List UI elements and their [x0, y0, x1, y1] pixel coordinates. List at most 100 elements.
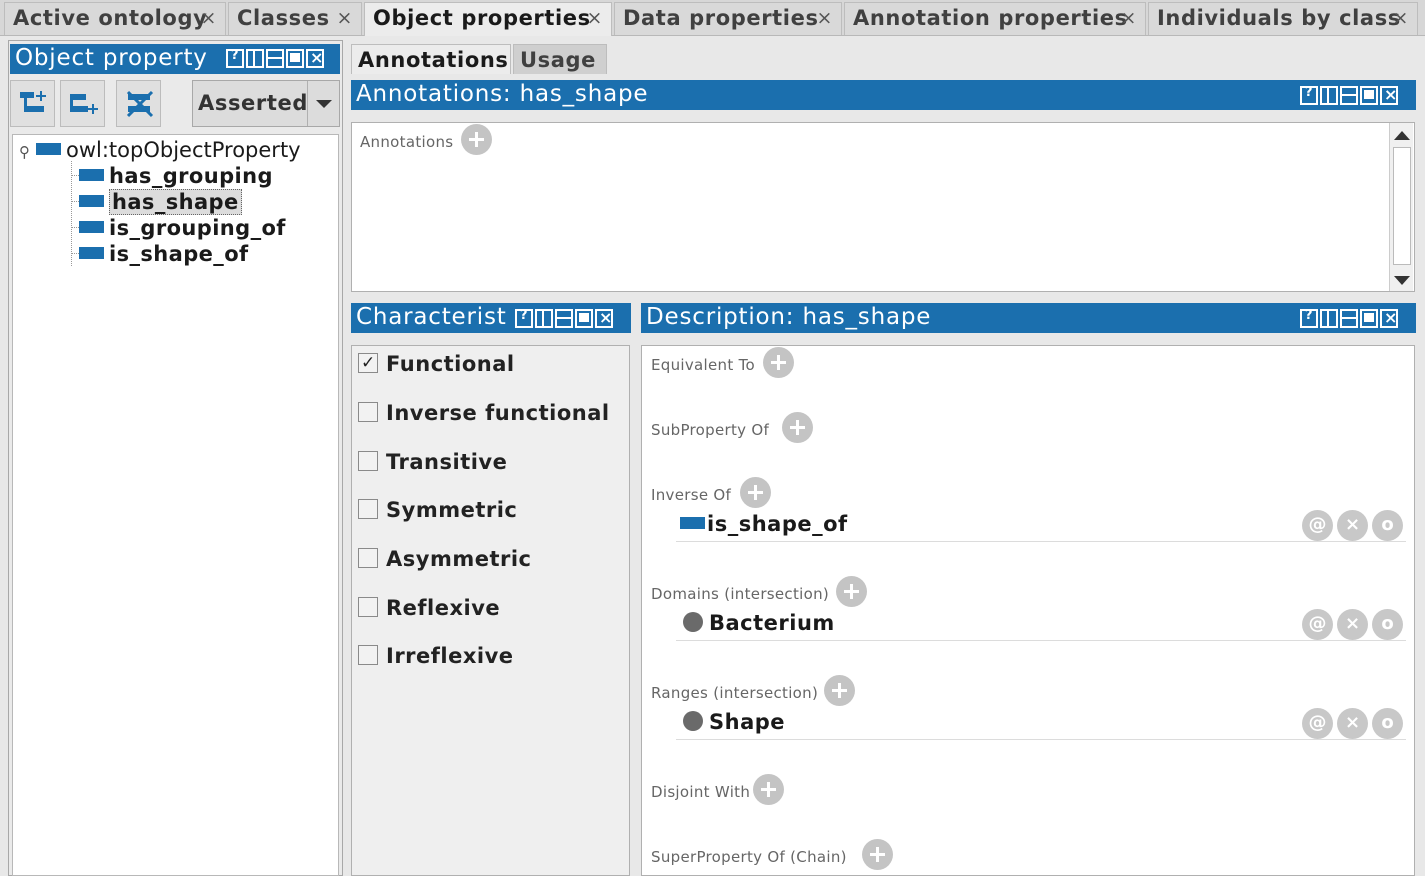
split-vertical-icon[interactable]: [246, 49, 264, 68]
add-superproperty-chain-icon[interactable]: [862, 839, 893, 870]
tab-active-ontology[interactable]: Active ontology ×: [4, 2, 226, 35]
tab-data-properties[interactable]: Data properties ×: [614, 2, 842, 35]
delete-property-icon: [126, 90, 154, 118]
view-buttons: [1300, 85, 1398, 105]
checkbox-label: Functional: [386, 352, 515, 376]
close-view-icon[interactable]: [1380, 308, 1398, 328]
tree-item-label: is_shape_of: [109, 242, 249, 266]
close-icon[interactable]: ×: [336, 3, 353, 34]
checkbox-icon[interactable]: [358, 645, 378, 665]
range-entry[interactable]: Shape: [683, 709, 785, 735]
tab-usage[interactable]: Usage: [513, 44, 607, 74]
delete-icon[interactable]: ×: [1337, 609, 1368, 640]
tree-item-is-grouping-of[interactable]: is_grouping_of: [79, 215, 286, 241]
annotate-icon[interactable]: @: [1302, 609, 1333, 640]
help-icon[interactable]: [226, 48, 244, 68]
annotate-icon[interactable]: @: [1302, 510, 1333, 541]
maximize-icon[interactable]: [1360, 309, 1378, 328]
tab-classes[interactable]: Classes ×: [228, 2, 362, 35]
close-icon[interactable]: ×: [200, 3, 217, 34]
scroll-track[interactable]: [1393, 147, 1411, 265]
entry-actions: @ × o: [1302, 609, 1403, 640]
tab-label: Data properties: [623, 6, 819, 30]
tree-item-has-grouping[interactable]: has_grouping: [79, 163, 273, 189]
tree-item-root[interactable]: ⚲ owl:topObjectProperty: [19, 137, 301, 165]
checkbox-icon[interactable]: [358, 451, 378, 471]
add-inverse-icon[interactable]: [740, 477, 771, 508]
split-horizontal-icon[interactable]: [1340, 309, 1358, 328]
split-vertical-icon[interactable]: [1320, 86, 1338, 105]
scroll-up-icon[interactable]: [1394, 131, 1410, 140]
tab-object-properties[interactable]: Object properties ×: [364, 2, 612, 36]
hierarchy-mode-select[interactable]: Asserted: [192, 80, 340, 127]
tab-annotations[interactable]: Annotations: [351, 44, 511, 74]
delete-icon[interactable]: ×: [1337, 510, 1368, 541]
domain-entry[interactable]: Bacterium: [683, 610, 835, 636]
edit-icon[interactable]: o: [1372, 708, 1403, 739]
add-equivalent-icon[interactable]: [763, 347, 794, 378]
split-vertical-icon[interactable]: [535, 309, 553, 328]
asymmetric-checkbox[interactable]: Asymmetric: [358, 547, 532, 571]
close-view-icon[interactable]: [306, 48, 324, 68]
checkbox-icon[interactable]: [358, 499, 378, 519]
checkbox-icon[interactable]: [358, 548, 378, 568]
inverse-of-label: Inverse Of: [651, 486, 732, 504]
maximize-icon[interactable]: [575, 309, 593, 328]
symmetric-checkbox[interactable]: Symmetric: [358, 498, 517, 522]
delete-icon[interactable]: ×: [1337, 708, 1368, 739]
checkbox-icon[interactable]: [358, 402, 378, 422]
split-horizontal-icon[interactable]: [555, 309, 573, 328]
tab-label: Object properties: [373, 6, 591, 30]
tree-item-has-shape[interactable]: has_shape: [79, 189, 242, 215]
tree-toggle-icon[interactable]: ⚲: [19, 143, 30, 161]
close-view-icon[interactable]: [1380, 85, 1398, 105]
add-annotation-icon[interactable]: [461, 124, 492, 155]
edit-icon[interactable]: o: [1372, 510, 1403, 541]
irreflexive-checkbox[interactable]: Irreflexive: [358, 644, 514, 668]
maximize-icon[interactable]: [1360, 86, 1378, 105]
close-view-icon[interactable]: [595, 308, 613, 328]
add-subproperty-icon[interactable]: [782, 412, 813, 443]
maximize-icon[interactable]: [286, 49, 304, 68]
split-horizontal-icon[interactable]: [266, 49, 284, 68]
help-icon[interactable]: [1300, 85, 1318, 105]
tree-item-label: owl:topObjectProperty: [66, 138, 301, 162]
class-icon: [683, 711, 703, 731]
annotations-list[interactable]: [351, 122, 1415, 292]
close-icon[interactable]: ×: [816, 3, 833, 34]
object-property-icon: [79, 169, 104, 181]
close-icon[interactable]: ×: [586, 3, 603, 34]
checkbox-icon[interactable]: [358, 597, 378, 617]
inverse-functional-checkbox[interactable]: Inverse functional: [358, 401, 610, 425]
checkbox-label: Inverse functional: [386, 401, 610, 425]
entry-label: Bacterium: [709, 611, 835, 635]
add-sub-property-button[interactable]: [10, 80, 55, 127]
tree-item-is-shape-of[interactable]: is_shape_of: [79, 241, 249, 267]
tab-individuals-by-class[interactable]: Individuals by class ×: [1148, 2, 1418, 35]
help-icon[interactable]: [1300, 308, 1318, 328]
add-domain-icon[interactable]: [836, 576, 867, 607]
functional-checkbox[interactable]: Functional: [358, 351, 515, 376]
annotations-scrollbar[interactable]: [1389, 123, 1413, 291]
add-disjoint-icon[interactable]: [753, 774, 784, 805]
edit-icon[interactable]: o: [1372, 609, 1403, 640]
checkbox-icon[interactable]: [358, 351, 378, 375]
transitive-checkbox[interactable]: Transitive: [358, 450, 507, 474]
superproperty-chain-label: SuperProperty Of (Chain): [651, 848, 847, 866]
help-icon[interactable]: [515, 308, 533, 328]
add-sibling-property-button[interactable]: [60, 80, 105, 127]
close-icon[interactable]: ×: [1392, 3, 1409, 34]
annotate-icon[interactable]: @: [1302, 708, 1333, 739]
close-icon[interactable]: ×: [1120, 3, 1137, 34]
reflexive-checkbox[interactable]: Reflexive: [358, 596, 500, 620]
inverse-of-entry[interactable]: is_shape_of: [680, 511, 848, 537]
scroll-down-icon[interactable]: [1394, 276, 1410, 285]
split-horizontal-icon[interactable]: [1340, 86, 1358, 105]
chevron-down-icon[interactable]: [307, 81, 339, 126]
entry-label: Shape: [709, 710, 786, 734]
tab-annotation-properties[interactable]: Annotation properties ×: [844, 2, 1146, 35]
split-vertical-icon[interactable]: [1320, 309, 1338, 328]
delete-property-button[interactable]: [116, 80, 161, 127]
property-tree[interactable]: ⚲ owl:topObjectProperty has_grouping has_…: [12, 134, 339, 876]
add-range-icon[interactable]: [824, 675, 855, 706]
